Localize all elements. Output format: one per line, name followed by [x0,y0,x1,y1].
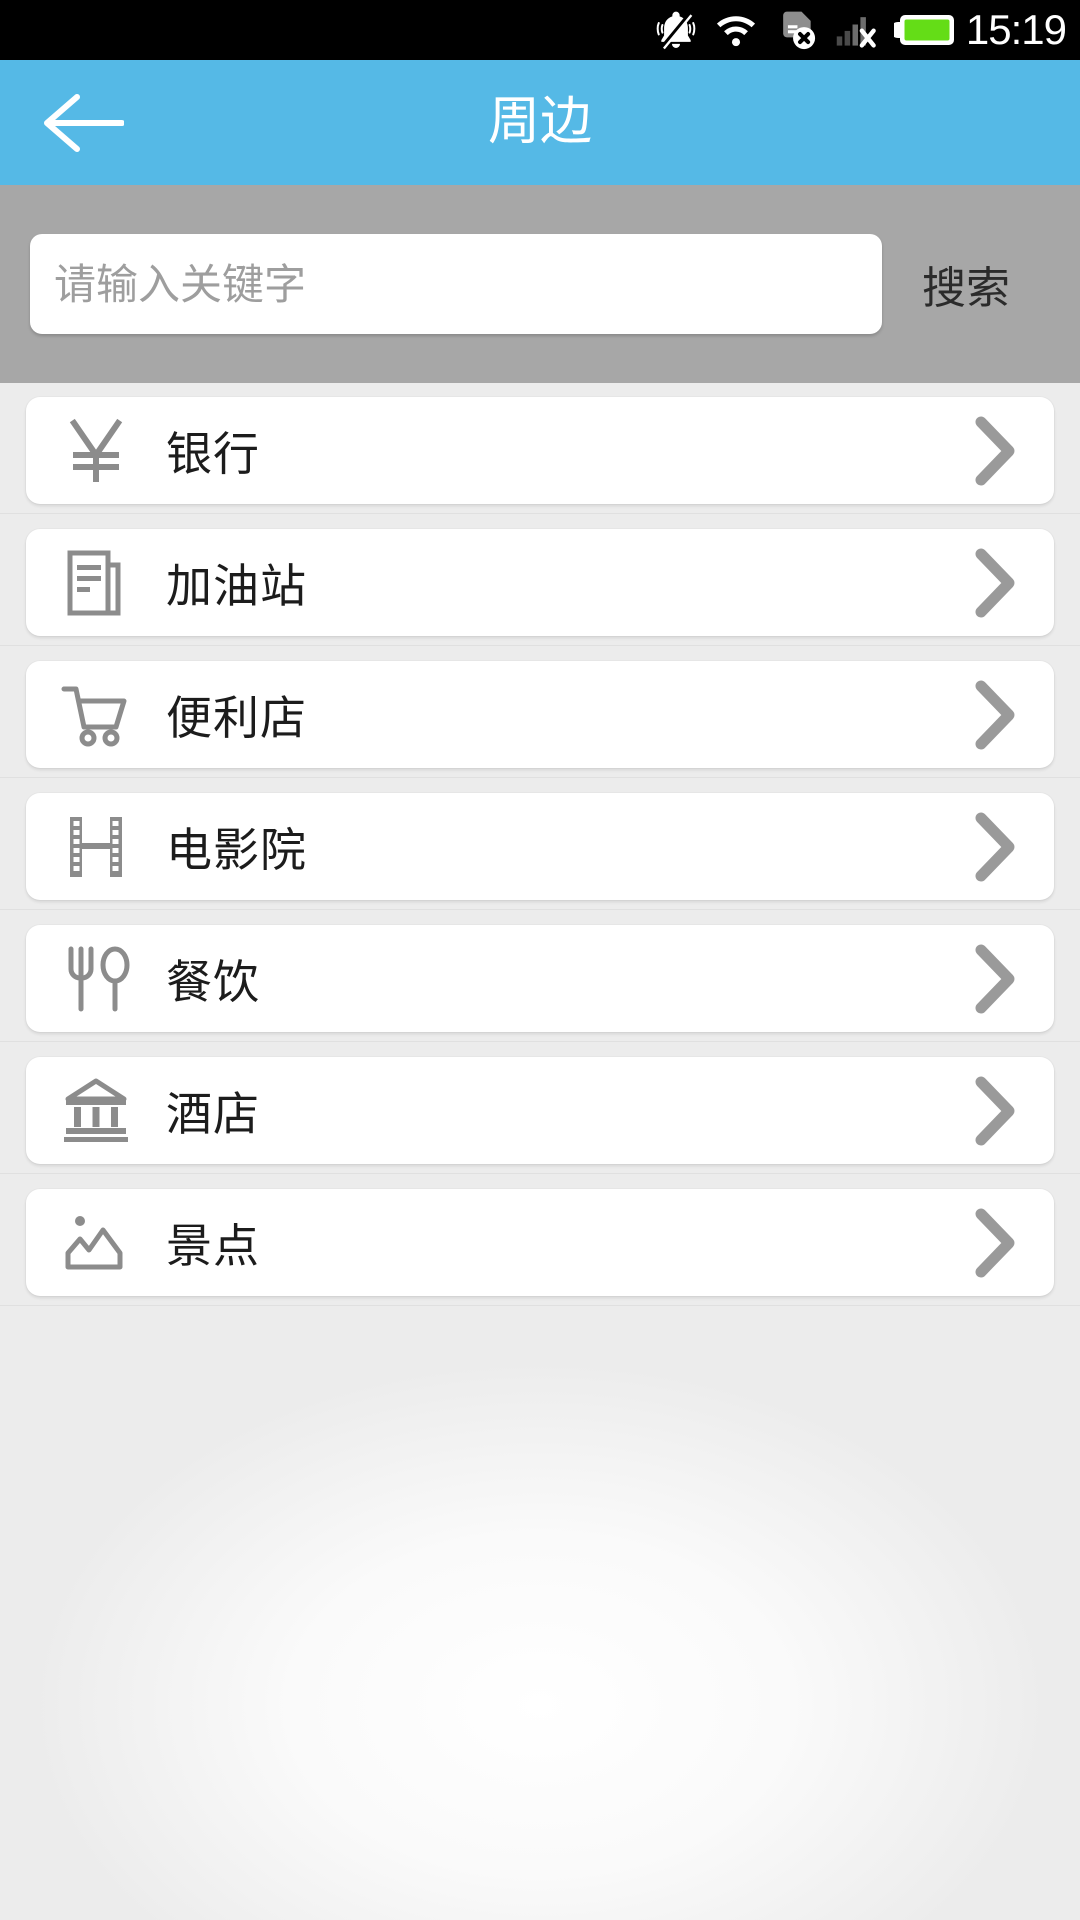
list-item[interactable]: 餐饮 [0,921,1080,1042]
app-header: 周边 [0,60,1080,185]
list-item-card[interactable]: 银行 [26,397,1054,504]
list-item-label: 餐饮 [166,954,260,1009]
list-item-label: 加油站 [166,558,307,613]
list-item-label: 电影院 [166,822,307,877]
battery-full-icon [893,10,956,50]
chevron-right-icon [934,1073,1054,1149]
status-bar-icons [654,8,956,52]
classical-building-icon [26,1069,166,1153]
signal-no-service-icon [834,8,878,52]
chevron-right-icon [934,1205,1054,1281]
status-bar-clock: 15:19 [965,6,1067,53]
list-item-label: 景点 [166,1218,260,1273]
list-item-label: 便利店 [166,690,307,745]
chevron-right-icon [934,413,1054,489]
list-item[interactable]: 加油站 [0,525,1080,646]
status-bar: 15:19 [0,0,1080,60]
search-input[interactable] [30,234,882,334]
list-item[interactable]: 酒店 [0,1053,1080,1174]
wifi-icon [714,8,758,52]
sim-card-error-icon [774,8,818,52]
vibrate-silent-icon [654,8,698,52]
yuan-currency-icon [26,409,166,493]
film-strip-icon [26,805,166,889]
list-item-card[interactable]: 餐饮 [26,925,1054,1032]
list-item[interactable]: 便利店 [0,657,1080,778]
fork-spoon-icon [26,937,166,1021]
list-item-label: 银行 [166,426,260,481]
category-list: 银行 加油站 便利店 电影院 餐饮 酒店 景点 [0,383,1080,1920]
list-item[interactable]: 景点 [0,1185,1080,1306]
back-button[interactable] [36,77,128,169]
nearby-screen: 15:19 周边 搜索 银行 [0,0,1080,1920]
chevron-right-icon [934,809,1054,885]
list-item[interactable]: 电影院 [0,789,1080,910]
page-title: 周边 [487,92,592,152]
list-item[interactable]: 银行 [0,393,1080,514]
arrow-left-icon [40,87,124,159]
shopping-cart-icon [26,673,166,757]
search-button[interactable]: 搜索 [882,252,1050,316]
list-item-label: 酒店 [166,1086,260,1141]
search-bar: 搜索 [0,185,1080,383]
list-item-card[interactable]: 电影院 [26,793,1054,900]
list-item-card[interactable]: 景点 [26,1189,1054,1296]
list-item-card[interactable]: 加油站 [26,529,1054,636]
chevron-right-icon [934,677,1054,753]
list-item-card[interactable]: 便利店 [26,661,1054,768]
landscape-photo-icon [26,1201,166,1285]
documents-icon [26,541,166,625]
list-item-card[interactable]: 酒店 [26,1057,1054,1164]
chevron-right-icon [934,545,1054,621]
chevron-right-icon [934,941,1054,1017]
